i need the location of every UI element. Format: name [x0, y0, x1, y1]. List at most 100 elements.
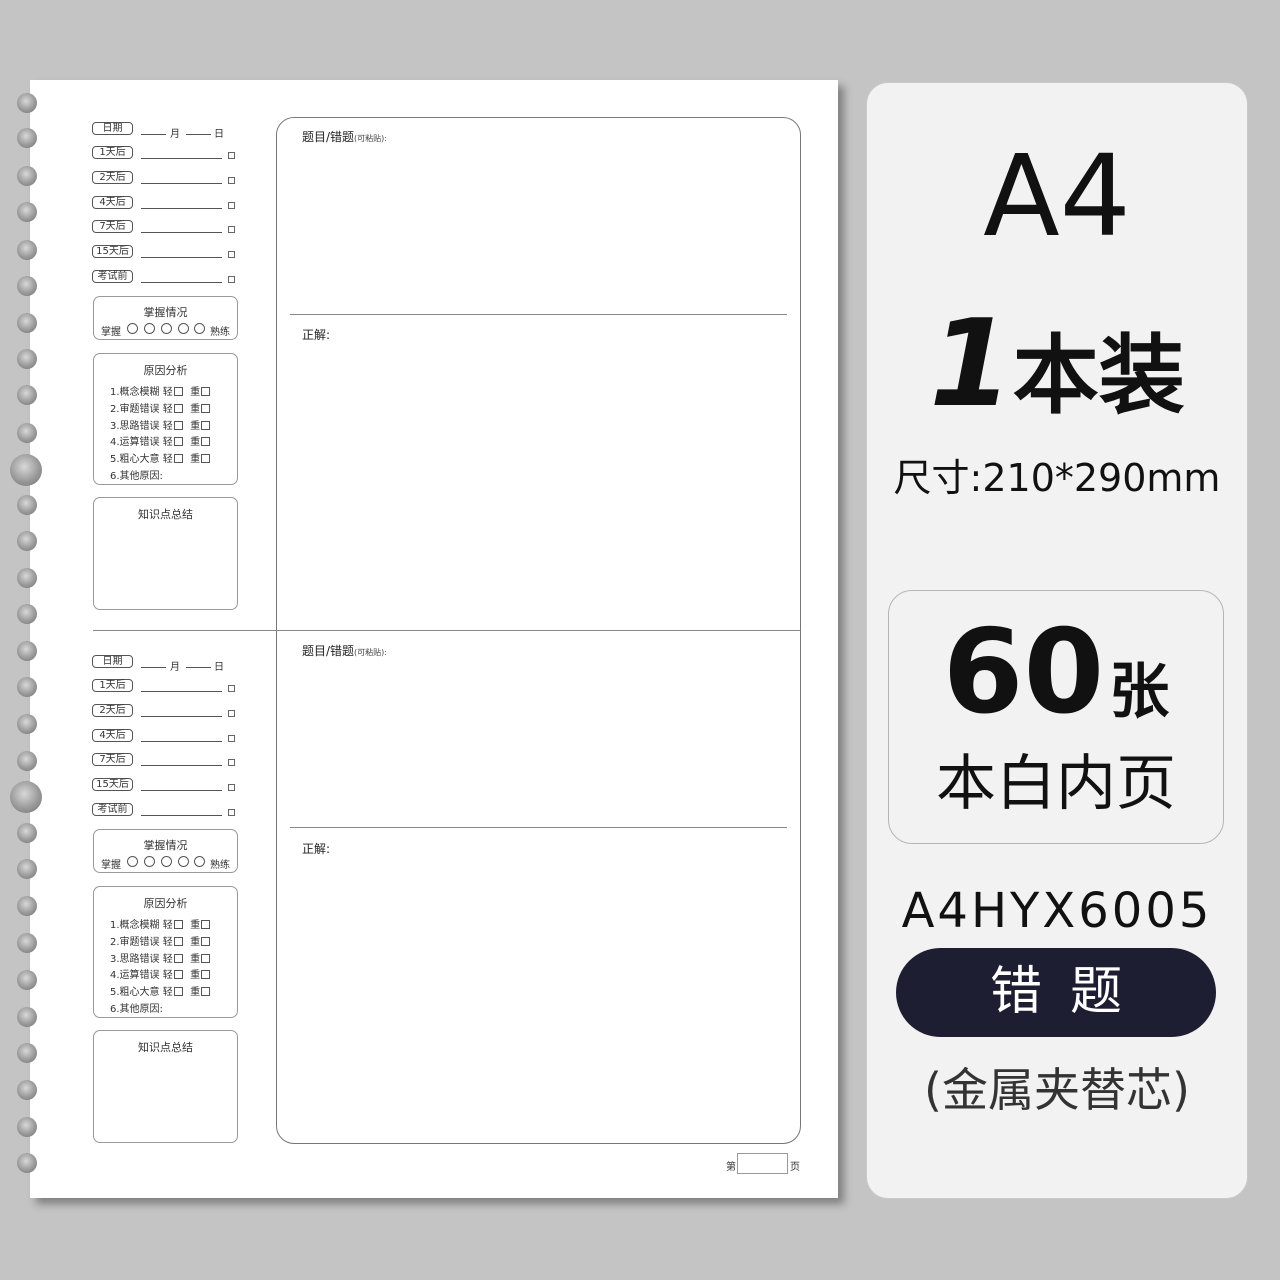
heavy-label: 重 [190, 454, 201, 466]
mastery-left: 掌握 [101, 327, 121, 338]
mastery-box: 掌握情况 掌握 熟练 [93, 296, 238, 340]
review-pill: 15天后 [92, 778, 133, 792]
mastery-right: 熟练 [210, 860, 230, 871]
light-label: 轻 [162, 953, 173, 965]
light-checkbox [173, 437, 183, 447]
knowledge-box: 知识点总结 [93, 497, 238, 610]
page-suffix: 页 [790, 1162, 800, 1173]
size-label: 尺寸:210*290mm [893, 456, 1221, 500]
month-line [141, 134, 166, 135]
mastery-title: 掌握情况 [143, 306, 188, 319]
binder-hole [17, 93, 37, 113]
binder-hole [17, 641, 37, 661]
reason-row: 2.审题错误 轻 重 [110, 933, 211, 948]
binder-hole [17, 1007, 37, 1027]
binder-hole [17, 859, 37, 879]
mastery-box: 掌握情况 掌握 熟练 [93, 829, 238, 873]
heavy-label: 重 [190, 987, 201, 999]
day-char: 日 [214, 662, 224, 673]
divider-line [290, 314, 787, 315]
reason-row: 5.粗心大意 轻 重 [110, 983, 211, 998]
review-pill: 1天后 [92, 146, 133, 159]
binder-hole [17, 714, 37, 734]
reason-label: 2.审题错误 [110, 403, 160, 415]
review-line [141, 740, 222, 742]
light-label: 轻 [162, 920, 173, 931]
mastery-circle [178, 856, 189, 867]
review-line [141, 765, 222, 767]
review-pill: 2天后 [92, 703, 133, 717]
heavy-checkbox [201, 970, 211, 980]
reason-other: 6.其他原因: [110, 471, 163, 482]
light-label: 轻 [162, 437, 173, 449]
answer-title: 正解: [302, 842, 331, 856]
reason-title: 原因分析 [143, 897, 188, 910]
light-checkbox [173, 403, 183, 413]
reason-row: 2.审题错误 轻 重 [110, 400, 211, 415]
review-pill: 7天后 [92, 220, 133, 234]
review-line [141, 257, 222, 259]
review-checkbox [228, 226, 235, 234]
heavy-checkbox [201, 936, 211, 946]
binder-hole [17, 202, 37, 222]
review-checkbox [228, 176, 235, 184]
binder-hole [17, 604, 37, 624]
binder-hole [17, 1153, 37, 1173]
review-checkbox [228, 251, 235, 259]
reason-label: 4.运算错误 [110, 970, 160, 982]
binder-hole [17, 385, 37, 405]
heavy-checkbox [201, 420, 211, 430]
answer-title: 正解: [302, 328, 331, 342]
heavy-checkbox [201, 437, 211, 447]
page-prefix: 第 [726, 1162, 736, 1173]
mastery-circle [161, 323, 172, 334]
review-line [141, 158, 222, 159]
review-line [141, 715, 222, 717]
binder-hole [17, 1080, 37, 1100]
mastery-title: 掌握情况 [143, 839, 188, 852]
divider-line [290, 827, 787, 828]
reason-label: 3.思路错误 [110, 420, 160, 432]
review-line [141, 182, 222, 184]
binder-hole [17, 568, 37, 588]
mastery-circle [194, 856, 205, 867]
reason-row: 4.运算错误 轻 重 [110, 966, 211, 981]
light-checkbox [173, 970, 183, 980]
day-line [186, 667, 211, 668]
reason-label: 1.概念模糊 [110, 387, 160, 398]
insert-note: (金属夹替芯) [924, 1063, 1190, 1117]
reason-label: 4.运算错误 [110, 437, 160, 449]
review-checkbox [228, 784, 235, 792]
heavy-label: 重 [190, 420, 201, 432]
knowledge-title: 知识点总结 [138, 508, 193, 521]
review-pill: 考试前 [92, 803, 133, 816]
review-line [141, 815, 222, 816]
reason-label: 1.概念模糊 [110, 920, 160, 931]
page-number-box [737, 1153, 788, 1174]
heavy-label: 重 [190, 403, 201, 415]
reason-label: 5.粗心大意 [110, 454, 160, 466]
binder-hole [17, 240, 37, 260]
review-pill: 2天后 [92, 170, 133, 184]
reason-row: 5.粗心大意 轻 重 [110, 450, 211, 465]
binder-hole [17, 276, 37, 296]
knowledge-box: 知识点总结 [93, 1030, 238, 1143]
binder-hole [17, 823, 37, 843]
review-checkbox [228, 759, 235, 767]
review-checkbox [228, 201, 235, 209]
light-checkbox [173, 953, 183, 963]
light-checkbox [173, 920, 183, 929]
category-badge: 错题 [896, 948, 1216, 1037]
binder-hole [17, 677, 37, 697]
reason-row: 3.思路错误 轻 重 [110, 950, 211, 965]
light-label: 轻 [162, 387, 173, 398]
review-line [141, 207, 222, 209]
heavy-checkbox [201, 920, 211, 929]
binder-hole [17, 970, 37, 990]
count-label: 1本装 [929, 295, 1185, 434]
review-checkbox [228, 709, 235, 717]
review-pill: 15天后 [92, 245, 133, 259]
binder-hole [17, 313, 37, 333]
reason-other: 6.其他原因: [110, 1004, 163, 1015]
mastery-circle [127, 323, 138, 334]
